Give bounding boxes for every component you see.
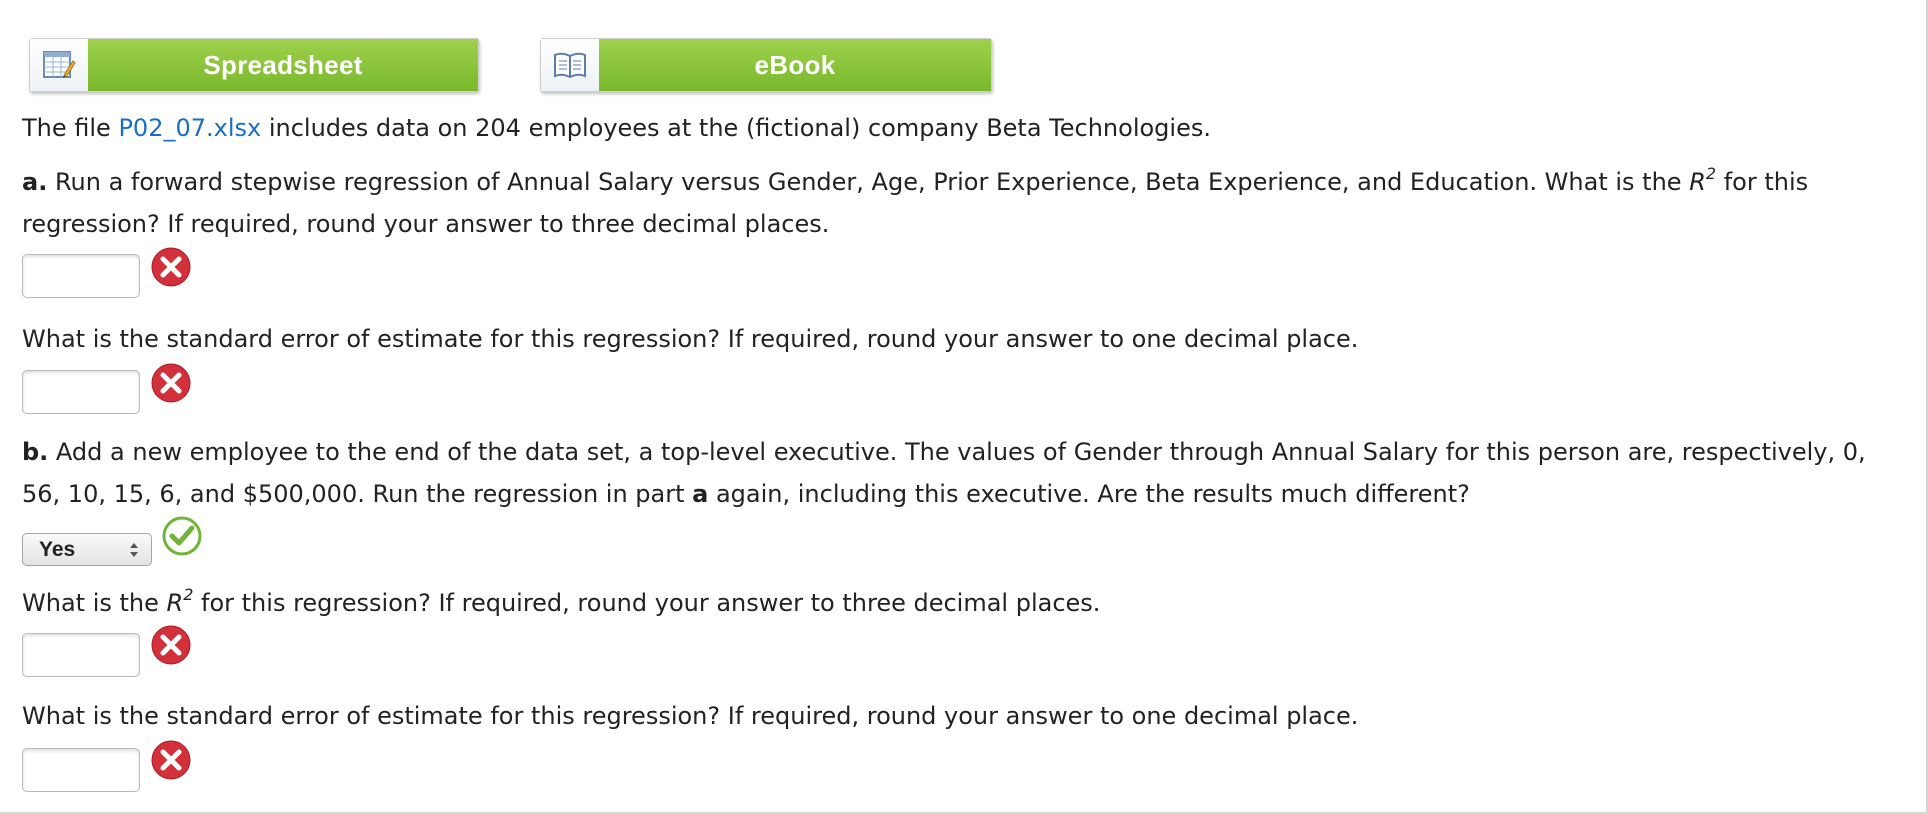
part-b-letter: b.	[22, 438, 49, 466]
part-a-question: a. Run a forward stepwise regression of …	[22, 161, 1894, 245]
different-select[interactable]: Yes	[22, 533, 152, 566]
ebook-button[interactable]: eBook	[540, 38, 992, 92]
spreadsheet-button[interactable]: Spreadsheet	[29, 38, 479, 92]
incorrect-icon	[150, 739, 192, 781]
part-a-text-before: Run a forward stepwise regression of Ann…	[47, 168, 1690, 196]
part-b-r2-before: What is the	[22, 589, 167, 617]
part-a-letter: a.	[22, 168, 48, 196]
part-b-r2-after: for this regression? If required, round …	[193, 589, 1101, 617]
part-b-r2-input[interactable]	[22, 633, 140, 677]
incorrect-icon	[150, 624, 192, 666]
part-a-se-question: What is the standard error of estimate f…	[22, 325, 1359, 353]
correct-icon	[161, 515, 203, 557]
select-value: Yes	[39, 537, 76, 561]
part-a-se-input[interactable]	[22, 370, 140, 414]
select-arrows-icon	[129, 540, 139, 560]
intro-after: includes data on 204 employees at the (f…	[261, 114, 1211, 142]
part-ref: a	[692, 480, 709, 508]
incorrect-icon	[150, 246, 192, 288]
incorrect-icon	[150, 362, 192, 404]
part-b-text-after: again, including this executive. Are the…	[708, 480, 1470, 508]
r-superscript: 2	[183, 585, 194, 604]
part-a-r2-input[interactable]	[22, 254, 140, 298]
part-b-r2-question: What is the R2 for this regression? If r…	[22, 582, 1894, 624]
file-link[interactable]: P02_07.xlsx	[118, 114, 261, 142]
r-symbol: R	[166, 589, 184, 617]
intro-text: The file P02_07.xlsx includes data on 20…	[22, 107, 1894, 149]
part-b-se-input[interactable]	[22, 748, 140, 792]
spreadsheet-icon	[30, 39, 88, 91]
r-superscript: 2	[1705, 164, 1717, 183]
book-icon	[541, 39, 599, 91]
part-b-se-question: What is the standard error of estimate f…	[22, 702, 1359, 730]
r-symbol: R	[1689, 168, 1706, 196]
ebook-label: eBook	[599, 39, 991, 91]
spreadsheet-label: Spreadsheet	[88, 39, 478, 91]
part-b-question: b. Add a new employee to the end of the …	[22, 431, 1894, 515]
intro-before: The file	[22, 114, 119, 142]
